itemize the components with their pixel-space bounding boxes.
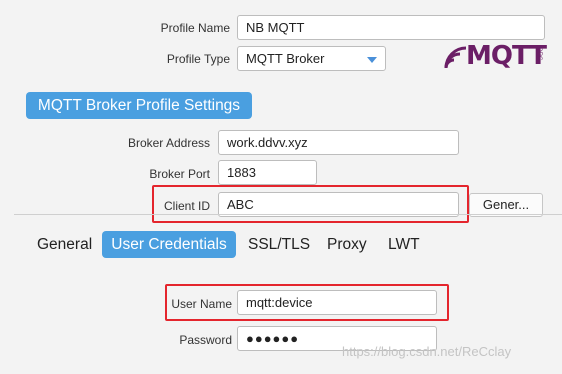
broker-port-input[interactable]: 1883	[218, 160, 317, 185]
mqtt-logo: MQTT ORG	[444, 40, 547, 74]
mqtt-logo-sub: ORG	[536, 47, 542, 61]
chevron-down-icon	[367, 57, 377, 63]
mqtt-logo-text: MQTT	[466, 41, 547, 71]
broker-address-input[interactable]: work.ddvv.xyz	[218, 130, 459, 155]
tab-ssl-tls[interactable]: SSL/TLS	[248, 231, 310, 258]
password-label: Password	[179, 333, 232, 347]
profile-name-input[interactable]: NB MQTT	[237, 15, 545, 40]
watermark: https://blog.csdn.net/ReCclay	[342, 344, 512, 359]
mqtt-signal-icon	[444, 46, 467, 69]
broker-profile-settings-button[interactable]: MQTT Broker Profile Settings	[26, 92, 252, 119]
profile-type-select[interactable]: MQTT Broker	[237, 46, 386, 71]
broker-address-label: Broker Address	[127, 136, 210, 150]
profile-type-label: Profile Type	[166, 52, 230, 66]
tab-user-credentials[interactable]: User Credentials	[102, 231, 236, 258]
username-highlight	[165, 284, 449, 321]
tab-general[interactable]: General	[37, 231, 92, 258]
client-id-highlight	[152, 185, 469, 223]
profile-type-value: MQTT Broker	[246, 51, 325, 66]
profile-name-label: Profile Name	[160, 21, 230, 35]
broker-port-label: Broker Port	[149, 167, 210, 181]
tab-proxy[interactable]: Proxy	[327, 231, 367, 258]
tab-lwt[interactable]: LWT	[388, 231, 420, 258]
section-divider	[14, 214, 562, 215]
